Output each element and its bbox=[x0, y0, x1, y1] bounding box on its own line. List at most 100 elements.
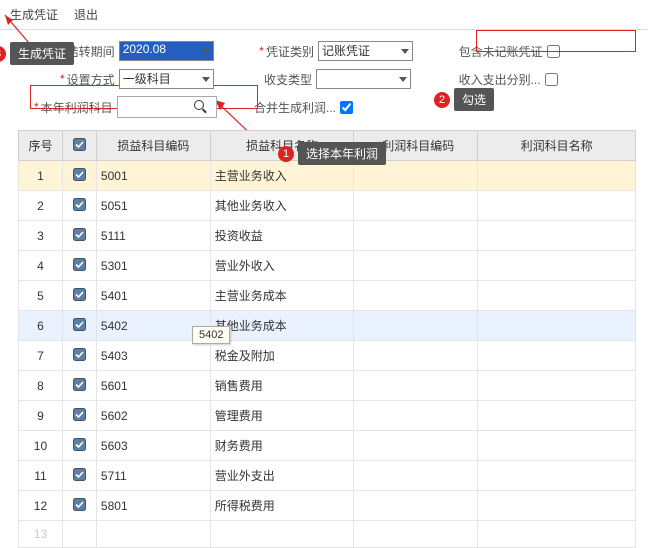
cell-name: 投资收益 bbox=[210, 221, 354, 251]
row-checkbox[interactable] bbox=[62, 401, 96, 431]
cell-pcode[interactable] bbox=[354, 371, 478, 401]
cell-pcode[interactable] bbox=[354, 311, 478, 341]
setup-label: 设置方式 bbox=[67, 71, 115, 88]
cell-code: 5403 bbox=[96, 341, 210, 371]
cell-name: 所得税费用 bbox=[210, 491, 354, 521]
table-row[interactable]: 11 5711营业外支出 bbox=[19, 461, 636, 491]
cell-pname bbox=[478, 431, 636, 461]
table-row[interactable]: 8 5601销售费用 bbox=[19, 371, 636, 401]
th-num: 序号 bbox=[19, 131, 63, 161]
cell-pname bbox=[478, 161, 636, 191]
cell-num: 3 bbox=[19, 221, 63, 251]
table-row[interactable]: 12 5801所得税费用 bbox=[19, 491, 636, 521]
cell-pcode[interactable] bbox=[354, 461, 478, 491]
cell-name: 财务费用 bbox=[210, 431, 354, 461]
row-checkbox[interactable] bbox=[62, 491, 96, 521]
row-checkbox[interactable] bbox=[62, 311, 96, 341]
cell-pcode[interactable] bbox=[354, 251, 478, 281]
table-row-empty: 13 bbox=[19, 521, 636, 548]
cell-pcode[interactable] bbox=[354, 281, 478, 311]
table-row[interactable]: 5 5401主营业务成本 bbox=[19, 281, 636, 311]
cell-pcode[interactable] bbox=[354, 221, 478, 251]
profit-subject-input[interactable] bbox=[118, 98, 193, 116]
row-checkbox[interactable] bbox=[62, 461, 96, 491]
search-icon[interactable] bbox=[193, 99, 209, 115]
cell-num: 12 bbox=[19, 491, 63, 521]
cell-name: 其他业务收入 bbox=[210, 191, 354, 221]
cell-num: 1 bbox=[19, 161, 63, 191]
th-pcode: *利润科目编码 bbox=[354, 131, 478, 161]
exit-menu[interactable]: 退出 bbox=[74, 6, 98, 23]
row-checkbox[interactable] bbox=[62, 281, 96, 311]
tooltip: 5402 bbox=[192, 326, 230, 344]
table-row[interactable]: 25051其他业务收入 bbox=[19, 191, 636, 221]
cell-pcode[interactable] bbox=[354, 161, 478, 191]
cell-pcode[interactable] bbox=[354, 401, 478, 431]
cell-name: 税金及附加 bbox=[210, 341, 354, 371]
cell-code: 5711 bbox=[96, 461, 210, 491]
th-name: 损益科目名称 bbox=[210, 131, 354, 161]
cell-pname bbox=[478, 371, 636, 401]
income-type-select[interactable] bbox=[316, 69, 411, 89]
table-row[interactable]: 95602管理费用 bbox=[19, 401, 636, 431]
period-select[interactable]: 2020.08 bbox=[119, 41, 214, 61]
merge-label: 合并生成利润... bbox=[254, 99, 336, 116]
cell-name: 营业外支出 bbox=[210, 461, 354, 491]
cell-pcode[interactable] bbox=[354, 341, 478, 371]
cell-name: 其他业务成本 bbox=[210, 311, 354, 341]
profit-subject-label: 本年利润科目 bbox=[41, 99, 113, 116]
table-row[interactable]: 65402其他业务成本 bbox=[19, 311, 636, 341]
income-type-label: 收支类型 bbox=[264, 71, 312, 88]
cell-code: 5001 bbox=[96, 161, 210, 191]
cell-name: 主营业务成本 bbox=[210, 281, 354, 311]
th-check[interactable] bbox=[62, 131, 96, 161]
include-unposted-checkbox[interactable] bbox=[547, 45, 560, 58]
cell-name: 销售费用 bbox=[210, 371, 354, 401]
cell-name: 管理费用 bbox=[210, 401, 354, 431]
table-row[interactable]: 35111投资收益 bbox=[19, 221, 636, 251]
cell-code: 5051 bbox=[96, 191, 210, 221]
row-checkbox[interactable] bbox=[62, 371, 96, 401]
cell-pname bbox=[478, 341, 636, 371]
income-split-label: 收入支出分别... bbox=[459, 71, 541, 88]
include-unposted-label: 包含未记账凭证 bbox=[459, 43, 543, 60]
income-split-checkbox[interactable] bbox=[545, 73, 558, 86]
cell-pcode[interactable] bbox=[354, 191, 478, 221]
row-checkbox[interactable] bbox=[62, 431, 96, 461]
cell-pname bbox=[478, 281, 636, 311]
cell-code: 5603 bbox=[96, 431, 210, 461]
doc-type-select[interactable]: 记账凭证 bbox=[318, 41, 413, 61]
table-row[interactable]: 45301营业外收入 bbox=[19, 251, 636, 281]
cell-num: 4 bbox=[19, 251, 63, 281]
table-row[interactable]: 1 5001主营业务收入 bbox=[19, 161, 636, 191]
cell-num: 5 bbox=[19, 281, 63, 311]
th-pname: 利润科目名称 bbox=[478, 131, 636, 161]
cell-code: 5801 bbox=[96, 491, 210, 521]
cell-pcode[interactable] bbox=[354, 491, 478, 521]
cell-pname bbox=[478, 251, 636, 281]
doc-type-label: 凭证类别 bbox=[266, 43, 314, 60]
cell-num: 8 bbox=[19, 371, 63, 401]
table-row[interactable]: 75403税金及附加 bbox=[19, 341, 636, 371]
merge-checkbox[interactable] bbox=[340, 101, 353, 114]
cell-code: 5601 bbox=[96, 371, 210, 401]
table-row[interactable]: 105603财务费用 bbox=[19, 431, 636, 461]
cell-pcode[interactable] bbox=[354, 431, 478, 461]
cell-code: 5401 bbox=[96, 281, 210, 311]
th-code: 损益科目编码 bbox=[96, 131, 210, 161]
generate-voucher-menu[interactable]: 生成凭证 bbox=[10, 6, 58, 23]
row-checkbox[interactable] bbox=[62, 191, 96, 221]
row-checkbox[interactable] bbox=[62, 251, 96, 281]
cell-code: 5602 bbox=[96, 401, 210, 431]
cell-name: 主营业务收入 bbox=[210, 161, 354, 191]
setup-select[interactable]: 一级科目 bbox=[119, 69, 214, 89]
cell-num: 11 bbox=[19, 461, 63, 491]
cell-pname bbox=[478, 401, 636, 431]
row-checkbox[interactable] bbox=[62, 221, 96, 251]
cell-pname bbox=[478, 311, 636, 341]
period-label: 结转期间 bbox=[67, 43, 115, 60]
cell-pname bbox=[478, 221, 636, 251]
cell-name: 营业外收入 bbox=[210, 251, 354, 281]
row-checkbox[interactable] bbox=[62, 341, 96, 371]
row-checkbox[interactable] bbox=[62, 161, 96, 191]
